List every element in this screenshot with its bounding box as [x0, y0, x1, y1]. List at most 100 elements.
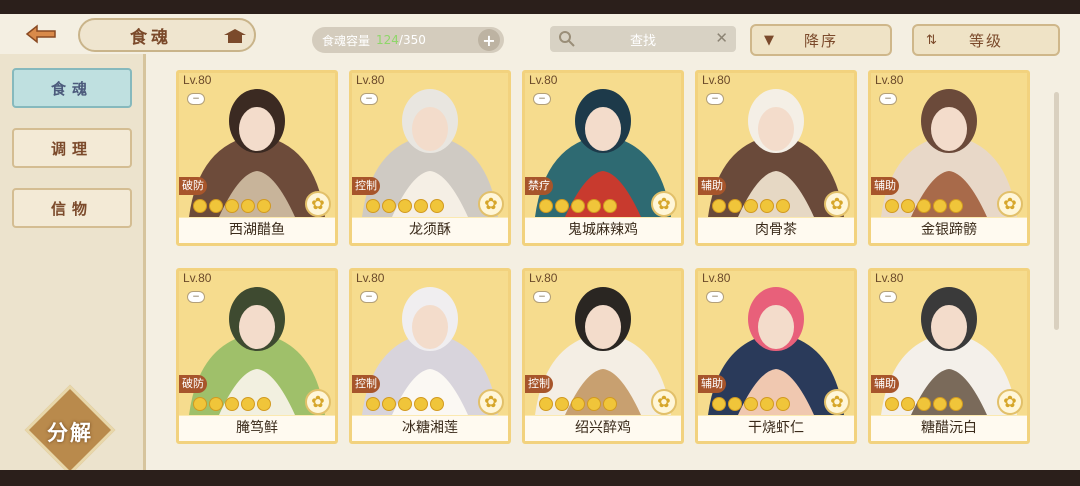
minus-icon: −	[187, 93, 205, 105]
role-badge: 禁疗	[525, 177, 553, 195]
star-rating	[193, 397, 271, 411]
star-rating	[539, 199, 617, 213]
level-label: Lv.80	[702, 73, 731, 87]
game-screen: 食魂 食魂容量 124 /350 + 查找 ✕ ▼ 降序 ⇅ 等级 食魂 调理 …	[0, 14, 1080, 476]
role-badge: 控制	[352, 375, 380, 393]
title-tab: 食魂	[78, 18, 256, 52]
character-name: 腌笃鲜	[179, 416, 335, 441]
character-card[interactable]: Lv.80 − 破防 ✿ 腌笃鲜	[176, 268, 338, 444]
top-bar: 食魂 食魂容量 124 /350 + 查找 ✕ ▼ 降序 ⇅ 等级	[0, 14, 1080, 60]
level-label: Lv.80	[875, 73, 904, 87]
sort-field-button[interactable]: ⇅ 等级	[912, 24, 1060, 56]
star-icon	[398, 397, 412, 411]
star-icon	[414, 397, 428, 411]
decompose-label: 分解	[47, 421, 93, 445]
level-label: Lv.80	[356, 73, 385, 87]
character-name: 肉骨茶	[698, 218, 854, 243]
character-card[interactable]: Lv.80 − 控制 ✿ 绍兴醉鸡	[522, 268, 684, 444]
flower-icon: ✿	[651, 191, 677, 217]
star-icon	[539, 199, 553, 213]
role-badge: 破防	[179, 375, 207, 393]
star-icon	[571, 397, 585, 411]
minus-icon: −	[187, 291, 205, 303]
star-rating	[885, 397, 963, 411]
level-label: Lv.80	[529, 271, 558, 285]
sort-order-button[interactable]: ▼ 降序	[750, 24, 892, 56]
star-rating	[366, 199, 444, 213]
character-card[interactable]: Lv.80 − 辅助 ✿ 糖醋沅白	[868, 268, 1030, 444]
star-icon	[430, 199, 444, 213]
flower-icon: ✿	[997, 191, 1023, 217]
character-card[interactable]: Lv.80 − 破防 ✿ 西湖醋鱼	[176, 70, 338, 246]
star-icon	[728, 199, 742, 213]
character-name: 金银蹄髈	[871, 218, 1027, 243]
tab-tiaoli[interactable]: 调理	[12, 128, 132, 168]
bottom-frame	[0, 470, 1080, 486]
tab-label: 信物	[50, 199, 93, 218]
star-icon	[398, 199, 412, 213]
star-icon	[776, 397, 790, 411]
character-card[interactable]: Lv.80 − 辅助 ✿ 肉骨茶	[695, 70, 857, 246]
star-icon	[744, 397, 758, 411]
character-card[interactable]: Lv.80 − 辅助 ✿ 金银蹄髈	[868, 70, 1030, 246]
star-icon	[885, 397, 899, 411]
top-frame	[0, 0, 1080, 14]
character-name: 龙须酥	[352, 218, 508, 243]
pavilion-icon	[224, 29, 246, 43]
clear-icon[interactable]: ✕	[715, 29, 728, 47]
star-icon	[760, 199, 774, 213]
role-badge: 控制	[525, 375, 553, 393]
star-rating	[712, 397, 790, 411]
character-name: 西湖醋鱼	[179, 218, 335, 243]
star-rating	[885, 199, 963, 213]
character-card[interactable]: Lv.80 − 辅助 ✿ 干烧虾仁	[695, 268, 857, 444]
character-name: 绍兴醉鸡	[525, 416, 681, 441]
flower-icon: ✿	[997, 389, 1023, 415]
star-icon	[744, 199, 758, 213]
star-icon	[933, 199, 947, 213]
star-icon	[776, 199, 790, 213]
star-icon	[257, 199, 271, 213]
star-icon	[555, 199, 569, 213]
back-button[interactable]	[22, 20, 62, 48]
role-badge: 辅助	[871, 375, 899, 393]
star-icon	[901, 397, 915, 411]
capacity-used: 124	[376, 33, 399, 47]
tab-shihun[interactable]: 食魂	[12, 68, 132, 108]
character-card[interactable]: Lv.80 − 控制 ✿ 龙须酥	[349, 70, 511, 246]
character-card[interactable]: Lv.80 − 控制 ✿ 冰糖湘莲	[349, 268, 511, 444]
sidebar: 食魂 调理 信物 分解	[0, 54, 146, 476]
flower-icon: ✿	[478, 191, 504, 217]
star-icon	[712, 397, 726, 411]
minus-icon: −	[533, 291, 551, 303]
minus-icon: −	[706, 93, 724, 105]
star-icon	[209, 199, 223, 213]
star-icon	[728, 397, 742, 411]
capacity-total: /350	[398, 33, 426, 47]
character-card[interactable]: Lv.80 − 禁疗 ✿ 鬼城麻辣鸡	[522, 70, 684, 246]
flower-icon: ✿	[824, 191, 850, 217]
star-icon	[933, 397, 947, 411]
minus-icon: −	[533, 93, 551, 105]
chevron-down-icon: ▼	[764, 33, 776, 48]
tab-label: 食魂	[50, 79, 93, 98]
capacity-add-button[interactable]: +	[478, 29, 500, 51]
character-name: 干烧虾仁	[698, 416, 854, 441]
decompose-button[interactable]: 分解	[24, 384, 116, 476]
back-arrow-icon	[25, 24, 56, 44]
star-icon	[712, 199, 726, 213]
search-field[interactable]: 查找 ✕	[550, 26, 736, 52]
flower-icon: ✿	[305, 389, 331, 415]
star-icon	[382, 199, 396, 213]
star-rating	[193, 199, 271, 213]
level-label: Lv.80	[183, 73, 212, 87]
tab-xinwu[interactable]: 信物	[12, 188, 132, 228]
level-label: Lv.80	[356, 271, 385, 285]
star-icon	[917, 199, 931, 213]
star-icon	[603, 199, 617, 213]
star-icon	[901, 199, 915, 213]
minus-icon: −	[360, 291, 378, 303]
scrollbar[interactable]	[1054, 92, 1059, 330]
character-name: 糖醋沅白	[871, 416, 1027, 441]
star-icon	[366, 199, 380, 213]
